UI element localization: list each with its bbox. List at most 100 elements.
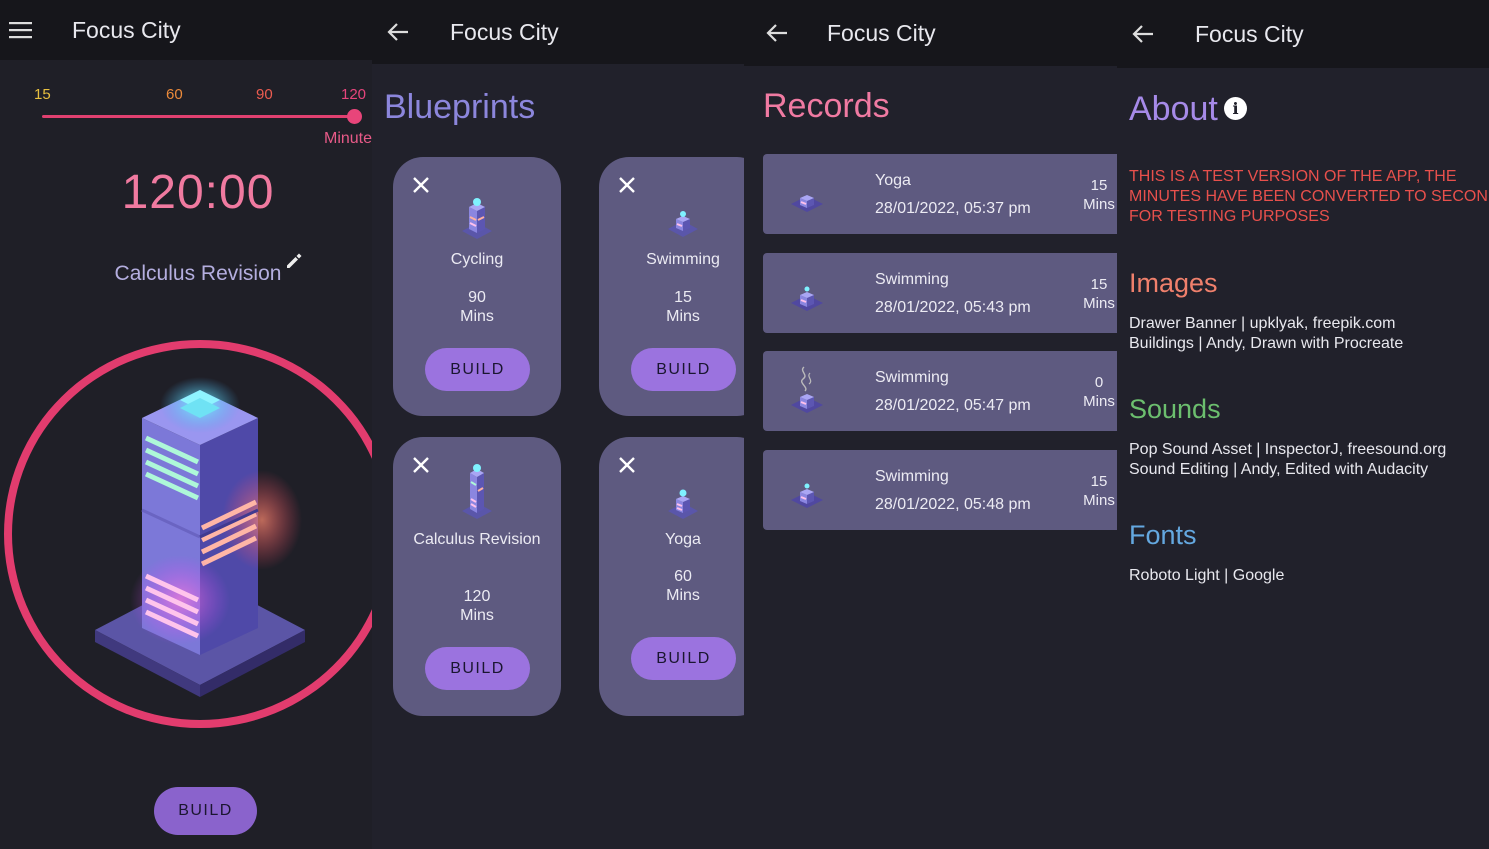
back-arrow-icon[interactable] <box>386 20 410 44</box>
blueprint-name: Cycling <box>450 251 504 268</box>
build-button[interactable]: BUILD <box>631 637 736 680</box>
building-thumbnail <box>599 487 744 521</box>
slider-unit-label: Minutes <box>324 130 372 147</box>
warning-line: THIS IS A TEST VERSION OF THE APP, THE <box>1129 168 1457 185</box>
duration-slider-thumb[interactable] <box>347 109 362 124</box>
info-icon[interactable]: i <box>1224 97 1247 120</box>
back-arrow-icon[interactable] <box>765 21 789 45</box>
building-thumbnail <box>393 463 561 519</box>
record-activity: Swimming <box>875 369 949 386</box>
menu-icon[interactable] <box>9 18 33 42</box>
build-button[interactable]: BUILD <box>425 348 530 391</box>
record-unit: Mins <box>1083 196 1115 213</box>
blueprint-unit: Mins <box>666 308 700 325</box>
duration-slider-track[interactable] <box>42 115 355 118</box>
credit-line: Sound Editing | Andy, Edited with Audaci… <box>1129 461 1429 478</box>
record-date: 28/01/2022, 05:37 pm <box>875 200 1031 217</box>
blueprint-name: Yoga <box>665 531 701 548</box>
record-item[interactable]: Yoga 28/01/2022, 05:37 pm 15 Mins <box>763 154 1117 234</box>
page-title: Records <box>763 87 890 125</box>
blueprint-name: Swimming <box>646 251 720 268</box>
building-thumbnail <box>393 197 561 239</box>
blueprint-unit: Mins <box>460 607 494 624</box>
timer-display: 120:00 <box>121 166 275 219</box>
fonts-heading: Fonts <box>1129 520 1197 550</box>
page-title: About <box>1129 90 1218 128</box>
record-item[interactable]: Swimming 28/01/2022, 05:43 pm 15 Mins <box>763 253 1117 333</box>
record-minutes: 15 <box>1090 177 1108 194</box>
record-minutes: 15 <box>1090 473 1108 490</box>
record-item[interactable]: Swimming 28/01/2022, 05:48 pm 15 Mins <box>763 450 1117 530</box>
blueprint-unit: Mins <box>666 587 700 604</box>
record-unit: Mins <box>1083 295 1115 312</box>
app-bar: Focus City <box>744 0 1117 66</box>
record-minutes: 15 <box>1090 276 1108 293</box>
task-name: Calculus Revision <box>114 262 282 285</box>
app-title: Focus City <box>1195 20 1304 47</box>
building-thumbnail <box>787 275 827 315</box>
close-icon[interactable] <box>617 175 637 195</box>
record-duration: 15 Mins <box>1079 472 1117 510</box>
app-bar: Focus City <box>1117 0 1489 68</box>
record-date: 28/01/2022, 05:48 pm <box>875 496 1031 513</box>
duration-tick-labels: 15 60 90 120 <box>0 86 372 106</box>
page-title: Blueprints <box>384 88 536 126</box>
building-thumbnail <box>787 176 827 216</box>
blueprint-minutes: 120 <box>463 588 491 605</box>
build-button[interactable]: BUILD <box>425 647 530 690</box>
app-title: Focus City <box>827 19 936 46</box>
records-screen: Focus City Records Yoga 28/01/2022, 05:3… <box>744 0 1117 849</box>
app-bar: Focus City <box>372 0 744 64</box>
credit-line: Pop Sound Asset | InspectorJ, freesound.… <box>1129 441 1447 458</box>
credit-line: Drawer Banner | upklyak, freepik.com <box>1129 315 1396 332</box>
record-date: 28/01/2022, 05:47 pm <box>875 397 1031 414</box>
record-activity: Swimming <box>875 271 949 288</box>
tick-label: 90 <box>256 86 273 103</box>
ruined-building-thumbnail <box>787 363 827 417</box>
blueprint-unit: Mins <box>460 308 494 325</box>
pencil-icon[interactable] <box>284 251 304 271</box>
warning-line: FOR TESTING PURPOSES <box>1129 208 1330 225</box>
record-date: 28/01/2022, 05:43 pm <box>875 299 1031 316</box>
timer-screen: Focus City 15 60 90 120 Minutes 120:00 C… <box>0 0 372 849</box>
blueprint-name: Calculus Revision <box>413 531 541 548</box>
close-icon[interactable] <box>411 175 431 195</box>
record-unit: Mins <box>1083 492 1115 509</box>
blueprint-card[interactable]: Yoga 60 Mins BUILD <box>599 437 744 716</box>
record-duration: 15 Mins <box>1079 176 1117 214</box>
tick-label: 15 <box>34 86 51 103</box>
close-icon[interactable] <box>617 455 637 475</box>
record-minutes: 0 <box>1094 374 1104 391</box>
blueprint-minutes: 60 <box>674 568 692 585</box>
blueprints-screen: Focus City Blueprints Cycling 90 Mins BU… <box>372 0 744 849</box>
blueprint-card[interactable]: Swimming 15 Mins BUILD <box>599 157 744 416</box>
building-thumbnail <box>599 209 744 239</box>
record-duration: 15 Mins <box>1079 275 1117 313</box>
record-unit: Mins <box>1083 393 1115 410</box>
blueprint-card[interactable]: Cycling 90 Mins BUILD <box>393 157 561 416</box>
sounds-heading: Sounds <box>1129 394 1221 424</box>
warning-line: MINUTES HAVE BEEN CONVERTED TO SECONDS <box>1129 188 1489 205</box>
credit-line: Roboto Light | Google <box>1129 567 1285 584</box>
back-arrow-icon[interactable] <box>1131 22 1155 46</box>
build-button[interactable]: BUILD <box>631 348 736 391</box>
record-activity: Yoga <box>875 172 911 189</box>
app-title: Focus City <box>72 16 181 43</box>
app-bar: Focus City <box>0 0 372 60</box>
images-heading: Images <box>1129 268 1218 298</box>
blueprint-card[interactable]: Calculus Revision 120 Mins BUILD <box>393 437 561 716</box>
building-illustration <box>90 370 312 700</box>
tick-label: 60 <box>166 86 183 103</box>
blueprint-minutes: 15 <box>674 289 692 306</box>
record-duration: 0 Mins <box>1079 373 1117 411</box>
blueprint-minutes: 90 <box>468 289 486 306</box>
credit-line: Buildings | Andy, Drawn with Procreate <box>1129 335 1404 352</box>
app-title: Focus City <box>450 18 559 45</box>
about-screen: Focus City About i THIS IS A TEST VERSIO… <box>1117 0 1489 849</box>
building-thumbnail <box>787 472 827 512</box>
record-activity: Swimming <box>875 468 949 485</box>
tick-label: 120 <box>341 86 367 103</box>
record-item[interactable]: Swimming 28/01/2022, 05:47 pm 0 Mins <box>763 351 1117 431</box>
build-button[interactable]: BUILD <box>154 787 257 835</box>
test-version-warning: THIS IS A TEST VERSION OF THE APP, THE M… <box>1129 167 1489 227</box>
